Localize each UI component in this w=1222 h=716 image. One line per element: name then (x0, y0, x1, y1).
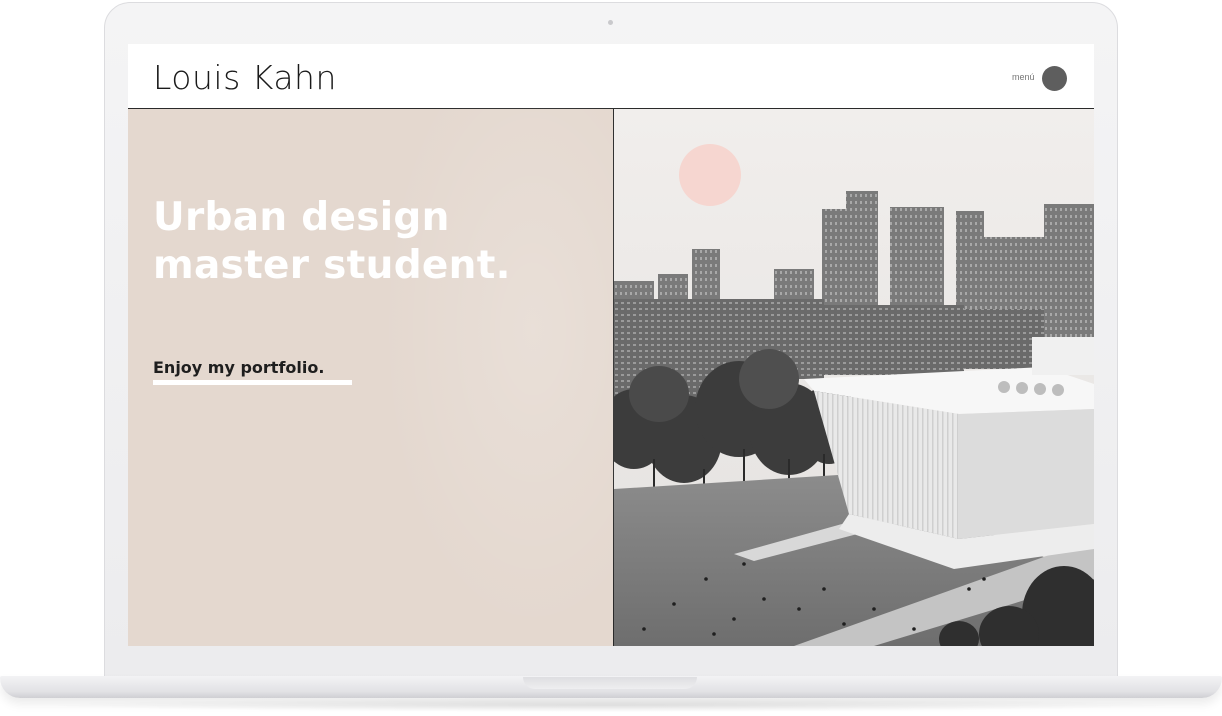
laptop-notch (523, 677, 697, 689)
hero-headline: Urban design master student. (153, 194, 511, 290)
portfolio-link[interactable]: Enjoy my portfolio. (153, 358, 324, 377)
hero-text-panel: Urban design master student. Enjoy my po… (128, 89, 653, 646)
camera-dot (608, 20, 613, 25)
site-title[interactable]: Louis Kahn (153, 58, 337, 97)
laptop-screen: Louis Kahn menú Urban design master stud… (128, 44, 1094, 646)
sun (679, 144, 741, 206)
architecture-render-image (614, 109, 1094, 646)
hero-headline-line-2: master student. (153, 243, 511, 288)
hero-image (614, 109, 1094, 646)
building-side (959, 409, 1094, 539)
menu-button[interactable] (1042, 66, 1067, 91)
menu-label[interactable]: menú (1012, 72, 1035, 82)
portfolio-link-underline (153, 380, 352, 385)
laptop-shadow (40, 698, 1182, 712)
hero-headline-line-1: Urban design (153, 195, 450, 240)
rear-block (1032, 337, 1094, 375)
